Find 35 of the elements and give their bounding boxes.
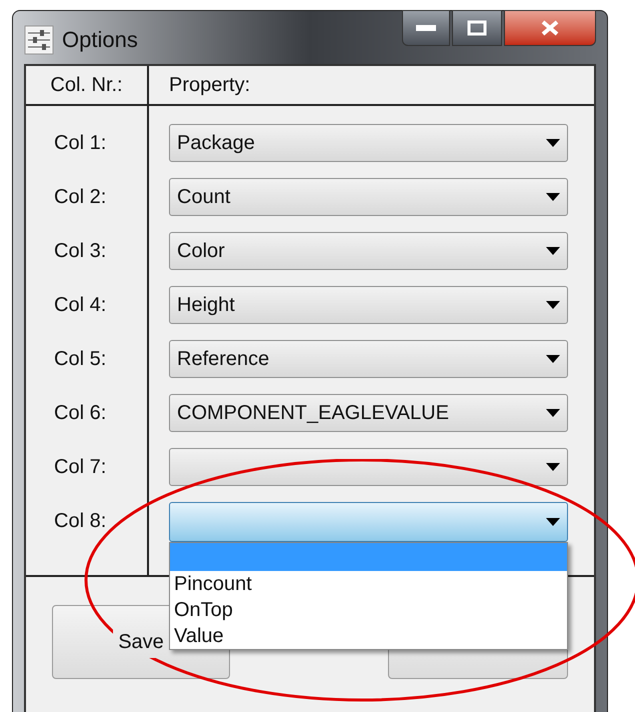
close-button[interactable]: [504, 10, 596, 46]
caret-icon: [546, 518, 560, 526]
property-dropdown[interactable]: Reference: [169, 340, 568, 378]
property-dropdown[interactable]: Color: [169, 232, 568, 270]
property-dropdown[interactable]: [169, 448, 568, 486]
column-header: Property:: [168, 73, 250, 98]
property-dropdown[interactable]: COMPONENT_EAGLEVALUE: [169, 394, 568, 432]
row-label: Col 4:: [54, 293, 106, 318]
row-label: Col 6:: [54, 401, 106, 426]
property-dropdown[interactable]: [169, 502, 568, 542]
column-header: Col. Nr.:: [50, 73, 123, 98]
row-label: Col 8:: [54, 509, 106, 534]
property-dropdown[interactable]: Count: [169, 178, 568, 216]
property-dropdown[interactable]: Height: [169, 286, 568, 324]
maximize-button[interactable]: [452, 10, 502, 46]
caret-icon: [546, 193, 560, 201]
row-label: Col 3:: [54, 239, 106, 264]
minimize-icon: [416, 25, 436, 31]
caret-icon: [546, 409, 560, 417]
row-label: Col 2:: [54, 185, 106, 210]
row-label: Col 7:: [54, 455, 106, 480]
caret-icon: [546, 463, 560, 471]
row-label: Col 1:: [54, 131, 106, 156]
maximize-icon: [467, 20, 487, 36]
close-icon: [540, 20, 560, 36]
minimize-button[interactable]: [402, 10, 450, 46]
property-dropdown[interactable]: Package: [169, 124, 568, 162]
row-label: Col 5:: [54, 347, 106, 372]
caret-icon: [546, 247, 560, 255]
sliders-icon: [24, 24, 54, 54]
caret-icon: [546, 355, 560, 363]
dropdown-option[interactable]: Pincount: [170, 571, 567, 597]
caret-icon: [546, 139, 560, 147]
window-title: Options: [62, 26, 138, 54]
caret-icon: [546, 301, 560, 309]
